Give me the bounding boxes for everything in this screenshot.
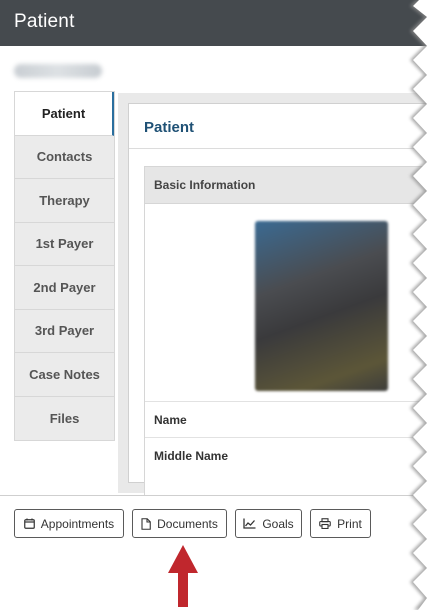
tab-patient[interactable]: Patient bbox=[15, 92, 114, 136]
calendar-icon bbox=[23, 518, 35, 529]
print-button[interactable]: Print bbox=[310, 509, 371, 538]
button-label: Documents bbox=[157, 516, 218, 531]
tab-3rd-payer[interactable]: 3rd Payer bbox=[15, 309, 114, 353]
tab-label: 1st Payer bbox=[35, 236, 94, 252]
tab-case-notes[interactable]: Case Notes bbox=[15, 353, 114, 397]
panel-header: Basic Information bbox=[145, 167, 430, 204]
tab-label: Patient bbox=[41, 105, 86, 121]
document-icon bbox=[141, 517, 151, 530]
patient-content-panel: Patient Basic Information Name Middle Na… bbox=[128, 103, 430, 496]
section-title: Patient bbox=[144, 119, 195, 136]
button-label: Print bbox=[337, 516, 362, 531]
page: Patient Patient Contacts Therapy 1st Pay… bbox=[0, 0, 430, 610]
field-name: Name bbox=[145, 401, 430, 437]
button-label: Appointments bbox=[40, 516, 115, 531]
tab-label: Contacts bbox=[36, 149, 93, 165]
tab-label: Files bbox=[49, 410, 80, 426]
goals-button[interactable]: Goals bbox=[235, 509, 302, 538]
basic-information-panel: Basic Information Name Middle Name bbox=[144, 166, 430, 496]
chart-icon bbox=[243, 518, 256, 529]
tab-label: Case Notes bbox=[29, 366, 100, 382]
button-label: Goals bbox=[262, 516, 294, 531]
tab-label: Therapy bbox=[39, 192, 90, 208]
divider bbox=[0, 495, 430, 496]
header-bar: Patient bbox=[0, 0, 430, 46]
field-middle-name: Middle Name bbox=[145, 437, 430, 473]
printer-icon bbox=[319, 518, 331, 529]
tab-label: 2nd Payer bbox=[33, 279, 96, 295]
blurred-patient-name bbox=[14, 64, 102, 78]
tab-1st-payer[interactable]: 1st Payer bbox=[15, 222, 114, 266]
tab-label: 3rd Payer bbox=[34, 323, 95, 339]
appointments-button[interactable]: Appointments bbox=[14, 509, 124, 538]
side-tabs: Patient Contacts Therapy 1st Payer 2nd P… bbox=[14, 91, 115, 441]
tab-files[interactable]: Files bbox=[15, 396, 114, 440]
tab-2nd-payer[interactable]: 2nd Payer bbox=[15, 266, 114, 310]
tab-therapy[interactable]: Therapy bbox=[15, 179, 114, 223]
tab-contacts[interactable]: Contacts bbox=[15, 135, 114, 179]
divider bbox=[129, 148, 430, 149]
patient-photo bbox=[255, 221, 388, 391]
documents-button[interactable]: Documents bbox=[132, 509, 227, 538]
torn-edge-decoration bbox=[410, 0, 430, 610]
page-title: Patient bbox=[14, 11, 75, 32]
red-up-arrow-annotation bbox=[168, 545, 198, 607]
